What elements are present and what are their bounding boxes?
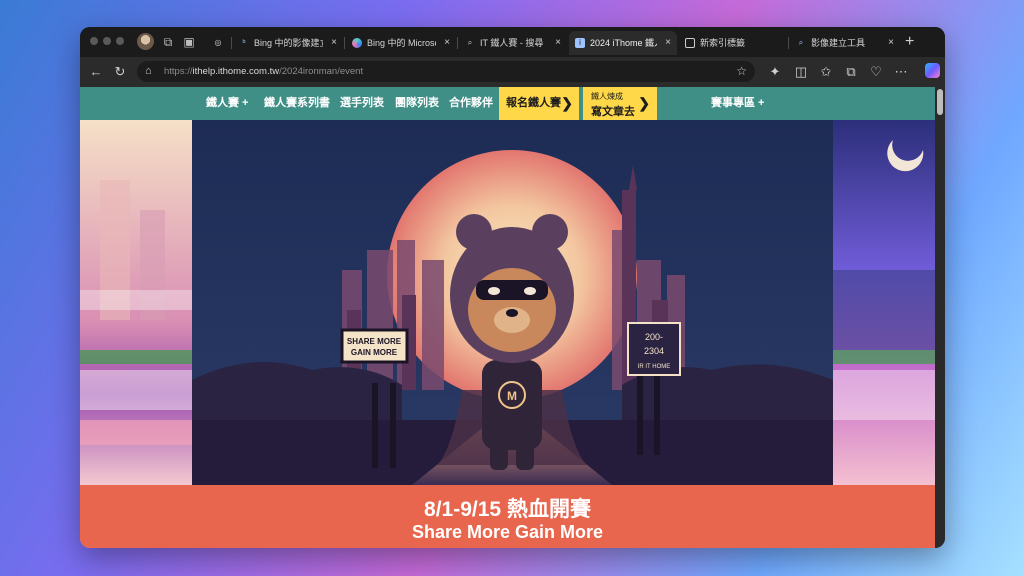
close-tab-icon[interactable]: × <box>444 31 450 55</box>
tab-bing-image-creator[interactable]: ᵇ Bing 中的影像建立工具 × <box>233 31 343 55</box>
newtab-icon <box>685 38 695 48</box>
tab-label: 2024 iThome 鐵人賽 <box>590 38 657 48</box>
site-info-icon[interactable]: ⌂ <box>145 64 152 79</box>
page-scrollbar[interactable] <box>935 87 945 548</box>
nav-ironman-contest[interactable]: 鐵人賽 + <box>206 87 248 120</box>
generic-icon: ◎ <box>214 38 222 47</box>
new-tab-button[interactable]: + <box>905 32 914 52</box>
close-tab-icon[interactable]: × <box>665 31 671 55</box>
chevron-right-icon: ❯ <box>561 95 573 111</box>
collections-icon[interactable]: ⧉ <box>843 64 859 80</box>
close-tab-icon[interactable]: × <box>888 31 894 55</box>
extensions-icon[interactable]: ✦ <box>767 64 783 80</box>
url-text: https://ithelp.ithome.com.tw/2024ironman… <box>164 66 364 77</box>
write-article-button[interactable]: 鐵人煉成 寫文章去 ❯ <box>583 87 657 120</box>
profile-avatar[interactable] <box>137 33 154 50</box>
nav-event-zone[interactable]: 賽事專區 + <box>711 87 764 120</box>
nav-series-books[interactable]: 鐵人賽系列書 <box>264 87 330 120</box>
tab-label: 影像建立工具 <box>811 38 866 48</box>
close-window-button[interactable] <box>90 37 98 45</box>
tab-label: IT 鐵人賽 - 搜尋 <box>480 38 544 48</box>
nav-team-list[interactable]: 團隊列表 <box>395 87 439 120</box>
favorites-icon[interactable]: ✩ <box>818 64 834 80</box>
sign-right-line1: 200- <box>645 332 663 342</box>
tab-label: Bing 中的 Microsoft Co <box>367 38 436 48</box>
tab-bing-copilot[interactable]: Bing 中的 Microsoft Co × <box>346 31 456 55</box>
refresh-icon[interactable]: ↻ <box>112 64 128 80</box>
minimize-window-button[interactable] <box>103 37 111 45</box>
tab-pinned[interactable]: ◎ <box>208 31 228 55</box>
browser-window: ⧉ ▣ ◎ ᵇ Bing 中的影像建立工具 × Bing 中的 Microsof… <box>80 27 945 548</box>
page-viewport: 鐵人賽 + 鐵人賽系列書 選手列表 團隊列表 合作夥伴 報名鐵人賽 ❯ 鐵人煉成… <box>80 87 935 548</box>
tab-ithome-active[interactable]: i 2024 iThome 鐵人賽 × <box>569 31 677 55</box>
tab-label: 新索引標籤 <box>700 38 746 48</box>
tab-bar: ⧉ ▣ ◎ ᵇ Bing 中的影像建立工具 × Bing 中的 Microsof… <box>80 27 945 57</box>
copilot-icon[interactable] <box>925 63 940 78</box>
workspaces-icon[interactable]: ⧉ <box>160 34 176 50</box>
tab-actions-icon[interactable]: ▣ <box>181 34 197 50</box>
event-banner: 8/1-9/15 熱血開賽 Share More Gain More <box>80 485 935 548</box>
close-tab-icon[interactable]: × <box>555 31 561 55</box>
chevron-right-icon: ❯ <box>638 95 650 111</box>
scrollbar-thumb[interactable] <box>937 89 943 115</box>
nav-partners[interactable]: 合作夥伴 <box>449 87 493 120</box>
hero-left-blur <box>80 120 192 485</box>
write-article-sublabel: 鐵人煉成 <box>591 92 623 101</box>
hero-right-blur <box>833 120 935 485</box>
edge-icon <box>352 38 362 48</box>
register-label: 報名鐵人賽 <box>506 97 561 109</box>
sign-right-line3: IR IT HOME <box>638 364 671 370</box>
hero-illustration: SHARE MORE GAIN MORE 200- 2304 IR IT HOM… <box>192 120 833 485</box>
tab-label: Bing 中的影像建立工具 <box>254 38 323 48</box>
browser-essentials-icon[interactable]: ♡ <box>868 64 884 80</box>
write-article-label: 寫文章去 <box>591 106 635 118</box>
more-menu-icon[interactable]: ⋯ <box>893 64 909 80</box>
event-dates: 8/1-9/15 熱血開賽 <box>424 498 591 521</box>
site-nav: 鐵人賽 + 鐵人賽系列書 選手列表 團隊列表 合作夥伴 報名鐵人賽 ❯ 鐵人煉成… <box>80 87 935 120</box>
back-arrow-icon[interactable]: ← <box>88 64 104 80</box>
sign-right-line2: 2304 <box>644 346 664 356</box>
tab-new[interactable]: 新索引標籤 <box>679 31 787 55</box>
bing-icon: ᵇ <box>242 38 246 47</box>
tab-image-creator[interactable]: ⌕ 影像建立工具 × <box>790 31 900 55</box>
close-tab-icon[interactable]: × <box>331 31 337 55</box>
bing-icon: ⌕ <box>798 38 804 47</box>
nav-player-list[interactable]: 選手列表 <box>340 87 384 120</box>
tab-search[interactable]: ⌕ IT 鐵人賽 - 搜尋 × <box>459 31 567 55</box>
register-contest-button[interactable]: 報名鐵人賽 ❯ <box>499 87 579 120</box>
address-bar[interactable]: ⌂ https://ithelp.ithome.com.tw/2024ironm… <box>137 61 755 82</box>
maximize-window-button[interactable] <box>116 37 124 45</box>
event-slogan: Share More Gain More <box>411 522 604 542</box>
search-icon: ⌕ <box>467 38 473 47</box>
bear-emblem: M <box>507 389 517 403</box>
sign-left-line2: GAIN MORE <box>351 348 398 357</box>
split-screen-icon[interactable]: ◫ <box>793 64 809 80</box>
sign-left-line1: SHARE MORE <box>347 337 402 346</box>
ithome-icon: i <box>575 38 585 48</box>
favorite-star-icon[interactable]: ☆ <box>736 63 747 80</box>
browser-toolbar: ← ↻ ⌂ https://ithelp.ithome.com.tw/2024i… <box>80 57 945 87</box>
